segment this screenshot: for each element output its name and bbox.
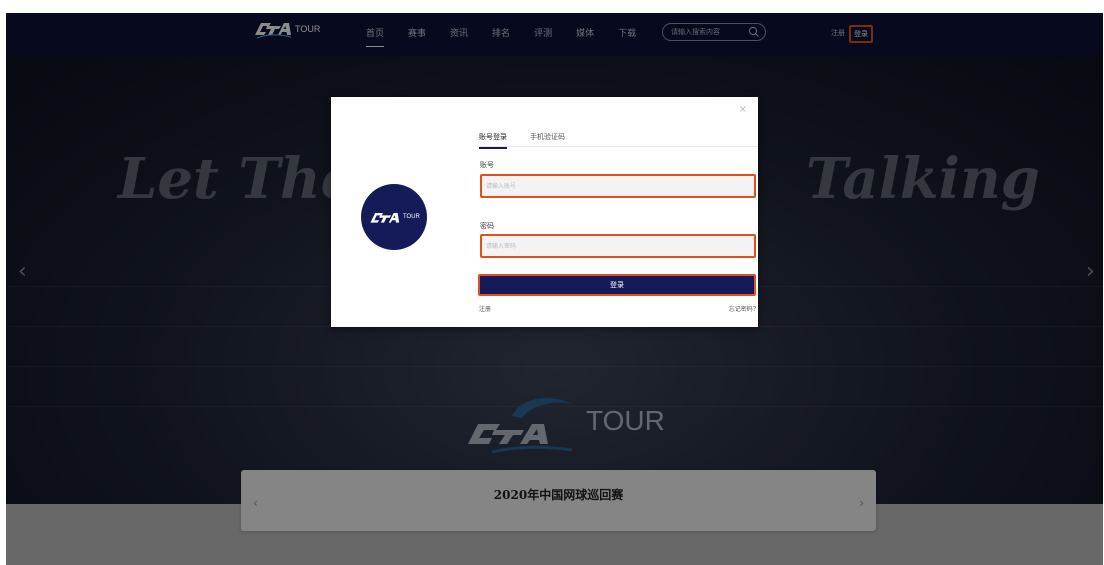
login-submit-button[interactable]: 登录: [478, 274, 756, 296]
login-tabs: 账号登录 手机验证码: [479, 130, 758, 149]
login-modal: × TOUR 账号登录 手机验证码 账号 密码 登录 注册 忘记密码?: [331, 97, 758, 327]
account-field: [480, 174, 756, 198]
tab-sms-code[interactable]: 手机验证码: [530, 132, 565, 142]
account-input[interactable]: [486, 180, 746, 192]
password-input[interactable]: [486, 240, 746, 252]
close-icon[interactable]: ×: [739, 104, 747, 115]
tab-account-login[interactable]: 账号登录: [479, 132, 507, 149]
cta-logo-icon: [370, 213, 400, 223]
modal-logo: TOUR: [361, 184, 427, 250]
account-label: 账号: [480, 161, 494, 169]
password-field: [480, 234, 756, 258]
modal-register-link[interactable]: 注册: [479, 304, 491, 313]
forgot-password-link[interactable]: 忘记密码?: [729, 304, 756, 313]
password-label: 密码: [480, 222, 494, 230]
modal-logo-text: TOUR: [403, 214, 420, 220]
